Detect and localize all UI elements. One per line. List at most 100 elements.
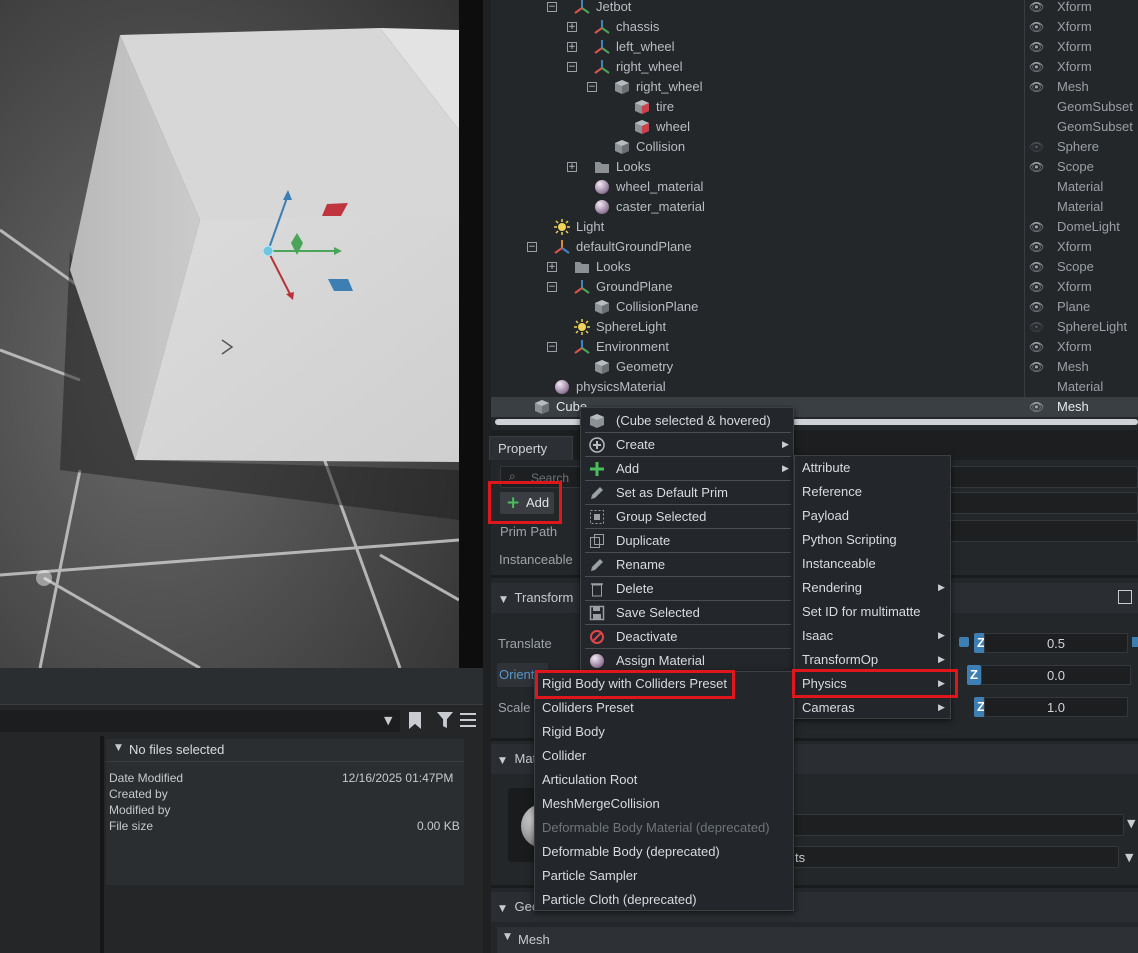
visibility-eye-icon[interactable]: 👁 [1029,277,1045,297]
context-menu-item[interactable]: Rename [581,553,793,577]
add-button[interactable]: + Add [500,492,554,514]
expand-icon[interactable]: + [567,162,577,172]
mesh-subsection[interactable]: ▼ Mesh [497,927,1138,953]
collapse-icon[interactable]: − [547,2,557,12]
context-menu-item[interactable]: Group Selected [581,505,793,529]
visibility-eye-icon[interactable]: 👁 [1029,37,1045,57]
content-path-field[interactable] [0,710,400,732]
context-menu-item[interactable]: Assign Material [581,649,793,673]
context-menu-item[interactable]: Set as Default Prim [581,481,793,505]
scale-z-field[interactable]: 1.0 [984,697,1128,717]
keyframe-icon[interactable] [1132,637,1138,647]
material-field[interactable] [791,814,1124,836]
stage-row[interactable]: CollisionPlane 👁 Plane [491,297,1138,317]
physics-menu-item[interactable]: Articulation Root [535,768,793,792]
stage-row[interactable]: caster_material Material [491,197,1138,217]
stage-row[interactable]: + Looks 👁 Scope [491,157,1138,177]
context-menu-item[interactable]: Create ▶ [581,433,793,457]
stage-row[interactable]: Geometry 👁 Mesh [491,357,1138,377]
collapse-icon[interactable]: − [547,342,557,352]
visibility-eye-icon[interactable]: 👁 [1029,77,1045,97]
stage-row[interactable]: + chassis 👁 Xform [491,17,1138,37]
collapse-icon[interactable]: ▼ [115,743,122,753]
add-menu-item[interactable]: Cameras ▶ [795,696,950,720]
stage-row[interactable]: + Looks 👁 Scope [491,257,1138,277]
visibility-eye-icon[interactable]: 👁 [1029,157,1045,177]
stage-row[interactable]: − defaultGroundPlane 👁 Xform [491,237,1138,257]
transform-settings-icon[interactable] [1118,590,1132,604]
material-strength-field[interactable]: ts [791,846,1119,868]
context-menu-item[interactable]: (Cube selected & hovered) [581,409,793,433]
expand-icon[interactable]: + [567,22,577,32]
add-menu-item[interactable]: Attribute [795,456,950,480]
context-menu-item[interactable]: Delete [581,577,793,601]
stage-row[interactable]: Light 👁 DomeLight [491,217,1138,237]
context-menu-item[interactable]: Add ▶ [581,457,793,481]
visibility-eye-icon[interactable]: 👁 [1029,237,1045,257]
expand-icon[interactable]: + [547,262,557,272]
stage-row[interactable]: SphereLight 👁 SphereLight [491,317,1138,337]
collapse-icon[interactable]: − [527,242,537,252]
collapse-icon[interactable]: − [547,282,557,292]
stage-row[interactable]: Collision 👁 Sphere [491,137,1138,157]
bookmark-icon[interactable] [409,712,421,729]
physics-menu-item[interactable]: Particle Sampler [535,864,793,888]
visibility-eye-icon[interactable]: 👁 [1029,397,1045,417]
physics-menu-item[interactable]: Deformable Body (deprecated) [535,840,793,864]
context-menu-item[interactable]: Save Selected [581,601,793,625]
prim-name-field[interactable] [931,492,1138,514]
add-menu-item[interactable]: Reference [795,480,950,504]
add-menu-item[interactable]: Set ID for multimatte [795,600,950,624]
viewport[interactable] [0,0,459,668]
menu-icon[interactable] [460,713,476,727]
add-menu-item[interactable]: Python Scripting [795,528,950,552]
stage-row[interactable]: − right_wheel 👁 Xform [491,57,1138,77]
add-menu-item[interactable]: Rendering ▶ [795,576,950,600]
stage-row[interactable]: − Environment 👁 Xform [491,337,1138,357]
stage-row[interactable]: − right_wheel 👁 Mesh [491,77,1138,97]
add-menu-item[interactable]: Physics ▶ [795,672,950,696]
visibility-eye-icon[interactable]: 👁 [1029,0,1045,17]
visibility-eye-icon[interactable]: 👁 [1029,297,1045,317]
stage-row[interactable]: + left_wheel 👁 Xform [491,37,1138,57]
add-menu-item[interactable]: Payload [795,504,950,528]
visibility-eye-icon[interactable]: 👁 [1029,357,1045,377]
stage-row[interactable]: wheel_material Material [491,177,1138,197]
stage-row[interactable]: tire GeomSubset [491,97,1138,117]
physics-menu-item[interactable]: Colliders Preset [535,696,793,720]
visibility-eye-icon[interactable]: 👁 [1029,137,1045,157]
context-menu-item[interactable]: Deactivate [581,625,793,649]
physics-menu-item[interactable]: Collider [535,744,793,768]
expand-icon[interactable]: + [567,42,577,52]
visibility-eye-icon[interactable]: 👁 [1029,217,1045,237]
visibility-eye-icon[interactable]: 👁 [1029,337,1045,357]
filter-icon[interactable] [437,712,453,728]
visibility-eye-icon[interactable]: 👁 [1029,317,1045,337]
physics-menu-item[interactable]: MeshMergeCollision [535,792,793,816]
physics-menu-item[interactable]: Rigid Body [535,720,793,744]
physics-menu-item[interactable]: Particle Cloth (deprecated) [535,888,793,912]
collapse-icon[interactable]: − [587,82,597,92]
add-menu-item[interactable]: Isaac ▶ [795,624,950,648]
visibility-eye-icon[interactable]: 👁 [1029,257,1045,277]
keyframe-icon[interactable] [959,637,969,647]
content-splitter[interactable] [100,736,104,953]
dropdown-arrow-icon[interactable]: ▼ [1125,851,1133,864]
add-menu-item[interactable]: TransformOp ▶ [795,648,950,672]
visibility-eye-icon[interactable]: 👁 [1029,57,1045,77]
collapse-icon[interactable]: − [567,62,577,72]
dropdown-arrow-icon[interactable]: ▼ [1127,817,1135,830]
orient-z-field[interactable]: 0.0 [981,665,1131,685]
translate-z-field[interactable]: 0.5 [984,633,1128,653]
add-menu-item[interactable]: Instanceable [795,552,950,576]
visibility-eye-icon[interactable]: 👁 [1029,17,1045,37]
tab-property[interactable]: Property [489,436,573,460]
stage-row[interactable]: wheel GeomSubset [491,117,1138,137]
context-menu-item[interactable]: Duplicate [581,529,793,553]
dropdown-arrow-icon[interactable]: ▼ [384,714,392,727]
stage-row[interactable]: physicsMaterial Material [491,377,1138,397]
stage-row[interactable]: − GroundPlane 👁 Xform [491,277,1138,297]
physics-menu-item[interactable]: Rigid Body with Colliders Preset [535,672,793,696]
prim-path-field[interactable] [931,520,1138,542]
stage-row[interactable]: − Jetbot 👁 Xform [491,0,1138,17]
